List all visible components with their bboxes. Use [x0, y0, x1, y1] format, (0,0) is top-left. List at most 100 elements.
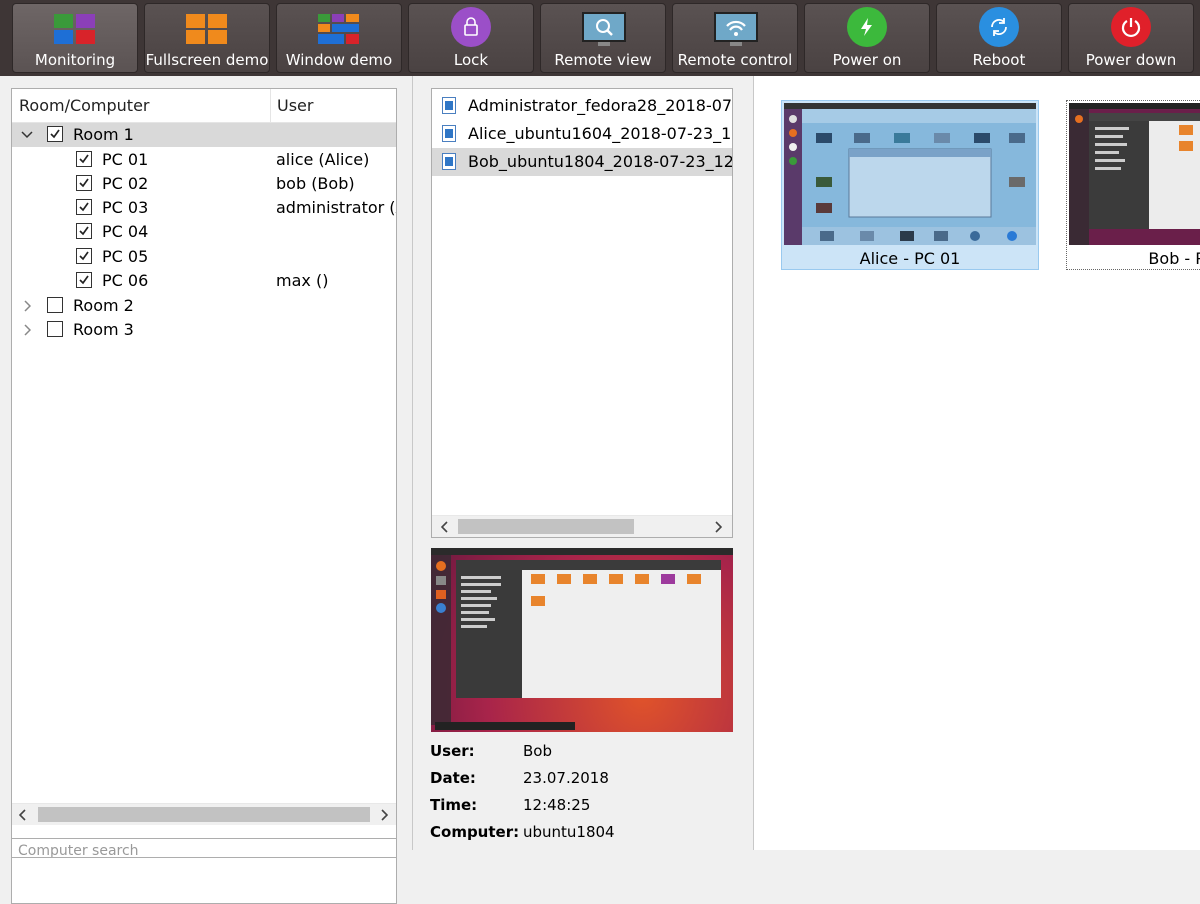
- date-value: 23.07.2018: [523, 769, 609, 787]
- tile-caption: Alice - PC 01: [859, 249, 961, 268]
- computer-tree[interactable]: Room/Computer User Room 1 PC 01 alice (A…: [11, 88, 397, 904]
- ubuntu-desktop-thumbnail: [431, 548, 733, 730]
- tree-row-pc-04[interactable]: PC 04: [12, 220, 396, 244]
- screenshot-preview: [431, 548, 733, 732]
- fullscreen-demo-label: Fullscreen demo: [145, 51, 269, 69]
- tile-caption: Bob - PC 02: [1148, 249, 1200, 268]
- tree-row-pc-05[interactable]: PC 05: [12, 245, 396, 269]
- monitoring-view: Alice - PC 01 Bob - PC 02: [754, 76, 1200, 850]
- pc-01-checkbox[interactable]: [76, 151, 92, 167]
- scroll-left-icon[interactable]: [441, 521, 449, 533]
- chevron-right-icon[interactable]: [23, 324, 31, 336]
- file-list-horizontal-scrollbar[interactable]: [432, 515, 732, 537]
- scrollbar-thumb[interactable]: [38, 807, 370, 822]
- reboot-icon: [979, 7, 1019, 47]
- user-key: User:: [430, 742, 475, 760]
- room-2-checkbox[interactable]: [47, 297, 63, 313]
- monitoring-button[interactable]: Monitoring: [12, 3, 138, 73]
- computer-key: Computer:: [430, 823, 520, 841]
- tree-row-room-3[interactable]: Room 3: [12, 318, 396, 342]
- chevron-right-icon[interactable]: [23, 300, 31, 312]
- file-item[interactable]: Alice_ubuntu1604_2018-07-23_12-4: [432, 120, 732, 148]
- fullscreen-demo-icon: [186, 12, 228, 48]
- file-item[interactable]: Administrator_fedora28_2018-07-2: [432, 92, 732, 120]
- computer-panel: Room/Computer User Room 1 PC 01 alice (A…: [0, 76, 413, 904]
- scroll-left-icon[interactable]: [19, 809, 27, 821]
- tree-row-pc-06[interactable]: PC 06 max (): [12, 269, 396, 293]
- column-header-user[interactable]: User: [277, 96, 313, 115]
- pc-02-user: bob (Bob): [276, 174, 355, 193]
- pc-04-label: PC 04: [102, 222, 149, 241]
- screenshot-file-list[interactable]: Administrator_fedora28_2018-07-2 Alice_u…: [431, 88, 733, 538]
- tree-row-room-2[interactable]: Room 2: [12, 294, 396, 318]
- computer-screen-thumbnail: [784, 103, 1036, 245]
- fullscreen-demo-button[interactable]: Fullscreen demo: [144, 3, 270, 73]
- power-down-label: Power down: [1085, 51, 1177, 69]
- pc-06-checkbox[interactable]: [76, 272, 92, 288]
- power-down-icon: [1111, 7, 1151, 47]
- remote-view-icon: [582, 12, 626, 48]
- tree-row-pc-02[interactable]: PC 02 bob (Bob): [12, 172, 396, 196]
- time-key: Time:: [430, 796, 478, 814]
- window-demo-button[interactable]: Window demo: [276, 3, 402, 73]
- lock-icon: [451, 7, 491, 47]
- reboot-label: Reboot: [972, 51, 1026, 69]
- pc-03-user: administrator (A: [276, 198, 396, 217]
- pc-05-label: PC 05: [102, 247, 149, 266]
- date-key: Date:: [430, 769, 476, 787]
- room-1-checkbox[interactable]: [47, 126, 63, 142]
- reboot-button[interactable]: Reboot: [936, 3, 1062, 73]
- screenshots-panel: Administrator_fedora28_2018-07-2 Alice_u…: [413, 76, 754, 850]
- tree-row-pc-03[interactable]: PC 03 administrator (A: [12, 196, 396, 220]
- pc-04-checkbox[interactable]: [76, 223, 92, 239]
- pc-02-checkbox[interactable]: [76, 175, 92, 191]
- power-on-label: Power on: [832, 51, 902, 69]
- pc-05-checkbox[interactable]: [76, 248, 92, 264]
- column-header-computer[interactable]: Room/Computer: [19, 96, 150, 115]
- window-demo-icon: [318, 12, 360, 48]
- computer-value: ubuntu1804: [523, 823, 615, 841]
- computer-tile-alice[interactable]: Alice - PC 01: [781, 100, 1039, 270]
- room-3-checkbox[interactable]: [47, 321, 63, 337]
- computer-tile-bob[interactable]: Bob - PC 02: [1066, 100, 1200, 270]
- window-demo-label: Window demo: [285, 51, 393, 69]
- pc-01-label: PC 01: [102, 150, 149, 169]
- remote-control-button[interactable]: Remote control: [672, 3, 798, 73]
- main-toolbar: Monitoring Fullscreen demo Window demo L…: [0, 0, 1200, 76]
- power-down-button[interactable]: Power down: [1068, 3, 1194, 73]
- tree-row-room-1[interactable]: Room 1: [12, 123, 396, 147]
- user-value: Bob: [523, 742, 552, 760]
- remote-desktop-thumbnail: [1069, 103, 1200, 245]
- file-item-selected[interactable]: Bob_ubuntu1804_2018-07-23_12-48: [432, 148, 732, 176]
- image-file-icon: [442, 125, 456, 142]
- remote-control-icon: [714, 12, 758, 48]
- image-file-icon: [442, 153, 456, 170]
- chevron-down-icon[interactable]: [21, 130, 33, 140]
- pc-03-label: PC 03: [102, 198, 149, 217]
- file-name: Administrator_fedora28_2018-07-2: [468, 96, 733, 115]
- pc-06-user: max (): [276, 271, 329, 290]
- scroll-right-icon[interactable]: [714, 521, 722, 533]
- power-on-button[interactable]: Power on: [804, 3, 930, 73]
- image-file-icon: [442, 97, 456, 114]
- time-value: 12:48:25: [523, 796, 591, 814]
- column-divider[interactable]: [270, 89, 271, 122]
- room-2-label: Room 2: [73, 296, 134, 315]
- power-on-icon: [847, 7, 887, 47]
- remote-view-button[interactable]: Remote view: [540, 3, 666, 73]
- tree-horizontal-scrollbar[interactable]: [12, 803, 396, 825]
- lock-label: Lock: [453, 51, 489, 69]
- remote-control-label: Remote control: [677, 51, 793, 69]
- pc-06-label: PC 06: [102, 271, 149, 290]
- scrollbar-thumb[interactable]: [458, 519, 634, 534]
- room-3-label: Room 3: [73, 320, 134, 339]
- lock-button[interactable]: Lock: [408, 3, 534, 73]
- tree-row-pc-01[interactable]: PC 01 alice (Alice): [12, 148, 396, 172]
- scroll-right-icon[interactable]: [380, 809, 388, 821]
- room-1-label: Room 1: [73, 125, 134, 144]
- computer-screen-thumbnail: [1069, 103, 1200, 245]
- pc-03-checkbox[interactable]: [76, 199, 92, 215]
- computer-search-input[interactable]: Computer search: [11, 838, 397, 858]
- file-name: Bob_ubuntu1804_2018-07-23_12-48: [468, 152, 733, 171]
- remote-desktop-thumbnail: [784, 103, 1036, 245]
